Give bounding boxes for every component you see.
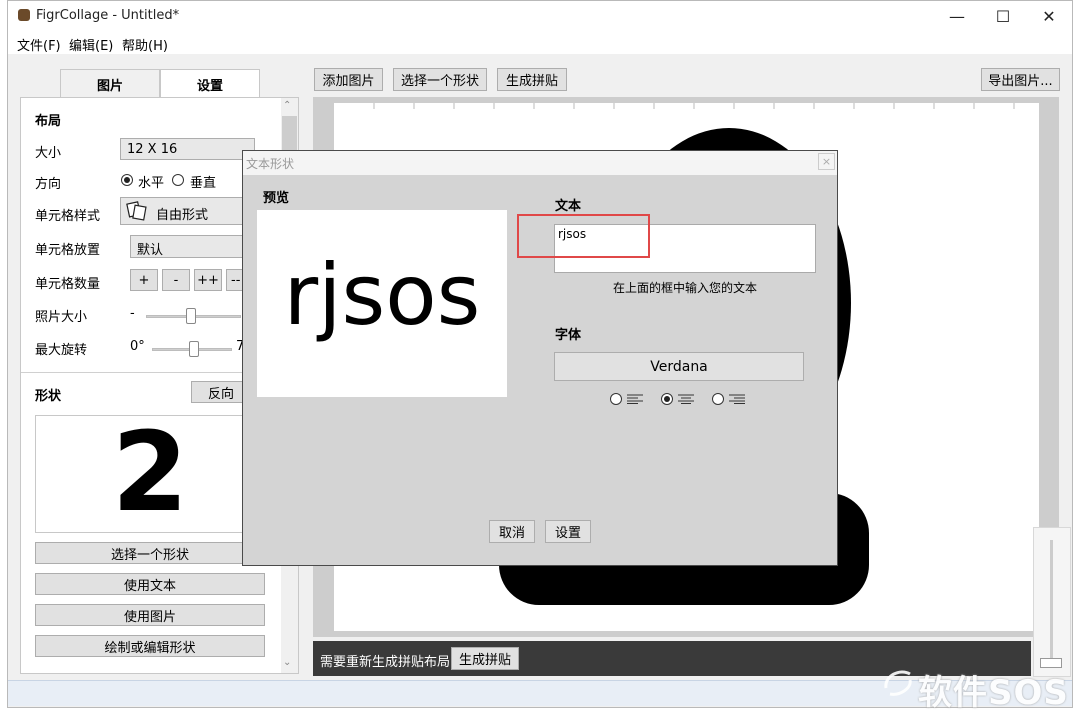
align-center-radio[interactable] — [661, 393, 673, 405]
align-left-radio[interactable] — [610, 393, 622, 405]
text-hint: 在上面的框中输入您的文本 — [613, 281, 758, 295]
select-shape-button[interactable]: 选择一个形状 — [393, 68, 487, 91]
align-center-icon — [678, 394, 694, 404]
status-message: 需要重新生成拼贴布局 — [320, 655, 451, 670]
watermark-logo-icon — [884, 670, 912, 696]
dialog-cancel-button[interactable]: 取消 — [489, 520, 535, 543]
shape-preview: 2 — [111, 408, 189, 536]
use-text-button[interactable]: 使用文本 — [35, 573, 265, 595]
shape-heading: 形状 — [35, 389, 62, 404]
vertical-label: 垂直 — [190, 176, 217, 191]
cell-count-label: 单元格数量 — [35, 277, 101, 292]
status-generate-button[interactable]: 生成拼贴 — [451, 647, 519, 670]
watermark-text: 软件SOS — [918, 673, 1069, 713]
cell-placement-label: 单元格放置 — [35, 243, 101, 258]
dialog-ok-button[interactable]: 设置 — [545, 520, 591, 543]
font-label: 字体 — [555, 328, 582, 343]
minimize-button[interactable]: — — [934, 1, 980, 32]
cell-style-value: 自由形式 — [156, 208, 209, 223]
scroll-down-icon[interactable]: ⌄ — [283, 657, 291, 668]
increase-cells-more-button[interactable]: ++ — [194, 269, 222, 291]
cell-placement-select[interactable]: 默认 — [130, 235, 245, 258]
align-left-icon — [627, 394, 643, 404]
highlight-box — [517, 214, 650, 258]
maximize-button[interactable]: ☐ — [980, 1, 1026, 32]
add-pictures-button[interactable]: 添加图片 — [314, 68, 383, 91]
generate-collage-button[interactable]: 生成拼贴 — [497, 68, 567, 91]
align-right-radio[interactable] — [712, 393, 724, 405]
menu-file[interactable]: 文件(F) — [17, 35, 61, 54]
use-picture-button[interactable]: 使用图片 — [35, 604, 265, 626]
radio-horizontal[interactable] — [121, 174, 133, 186]
zoom-slider-track[interactable] — [1050, 540, 1053, 660]
font-button[interactable]: Verdana — [554, 352, 804, 381]
photo-size-min-label: - — [130, 306, 135, 321]
align-right-icon — [729, 394, 745, 404]
dialog-close-button[interactable]: × — [818, 153, 835, 170]
increase-cells-button[interactable]: + — [130, 269, 158, 291]
cell-style-label: 单元格样式 — [35, 209, 101, 224]
size-select[interactable]: 12 X 16 — [120, 138, 255, 160]
menu-edit[interactable]: 编辑(E) — [69, 35, 113, 54]
horizontal-label: 水平 — [138, 176, 165, 191]
select-shape-panel-button[interactable]: 选择一个形状 — [35, 542, 265, 564]
tab-pictures[interactable]: 图片 — [60, 69, 160, 98]
tab-settings[interactable]: 设置 — [160, 69, 260, 99]
export-picture-button[interactable]: 导出图片... — [981, 68, 1060, 91]
direction-label: 方向 — [35, 177, 62, 192]
rotation-min-label: 0° — [130, 339, 145, 354]
photo-size-label: 照片大小 — [35, 310, 88, 325]
preview-text: rjsos — [283, 246, 481, 344]
freeform-cell-icon — [126, 201, 147, 221]
menu-help[interactable]: 帮助(H) — [122, 35, 168, 54]
dialog-title-bar — [243, 151, 837, 175]
text-label: 文本 — [555, 199, 582, 214]
layout-heading: 布局 — [35, 114, 62, 129]
decrease-cells-button[interactable]: - — [162, 269, 190, 291]
window-title: FigrCollage - Untitled* — [36, 8, 180, 23]
dialog-title: 文本形状 — [246, 157, 295, 171]
app-icon — [18, 9, 30, 21]
close-button[interactable]: ✕ — [1026, 1, 1072, 32]
photo-size-slider-thumb[interactable] — [186, 308, 196, 324]
rotation-slider-thumb[interactable] — [189, 341, 199, 357]
preview-label: 预览 — [263, 191, 290, 206]
radio-vertical[interactable] — [172, 174, 184, 186]
max-rotation-label: 最大旋转 — [35, 343, 88, 358]
scroll-up-icon[interactable]: ⌃ — [283, 100, 291, 111]
size-label: 大小 — [35, 146, 62, 161]
draw-edit-shape-button[interactable]: 绘制或编辑形状 — [35, 635, 265, 657]
